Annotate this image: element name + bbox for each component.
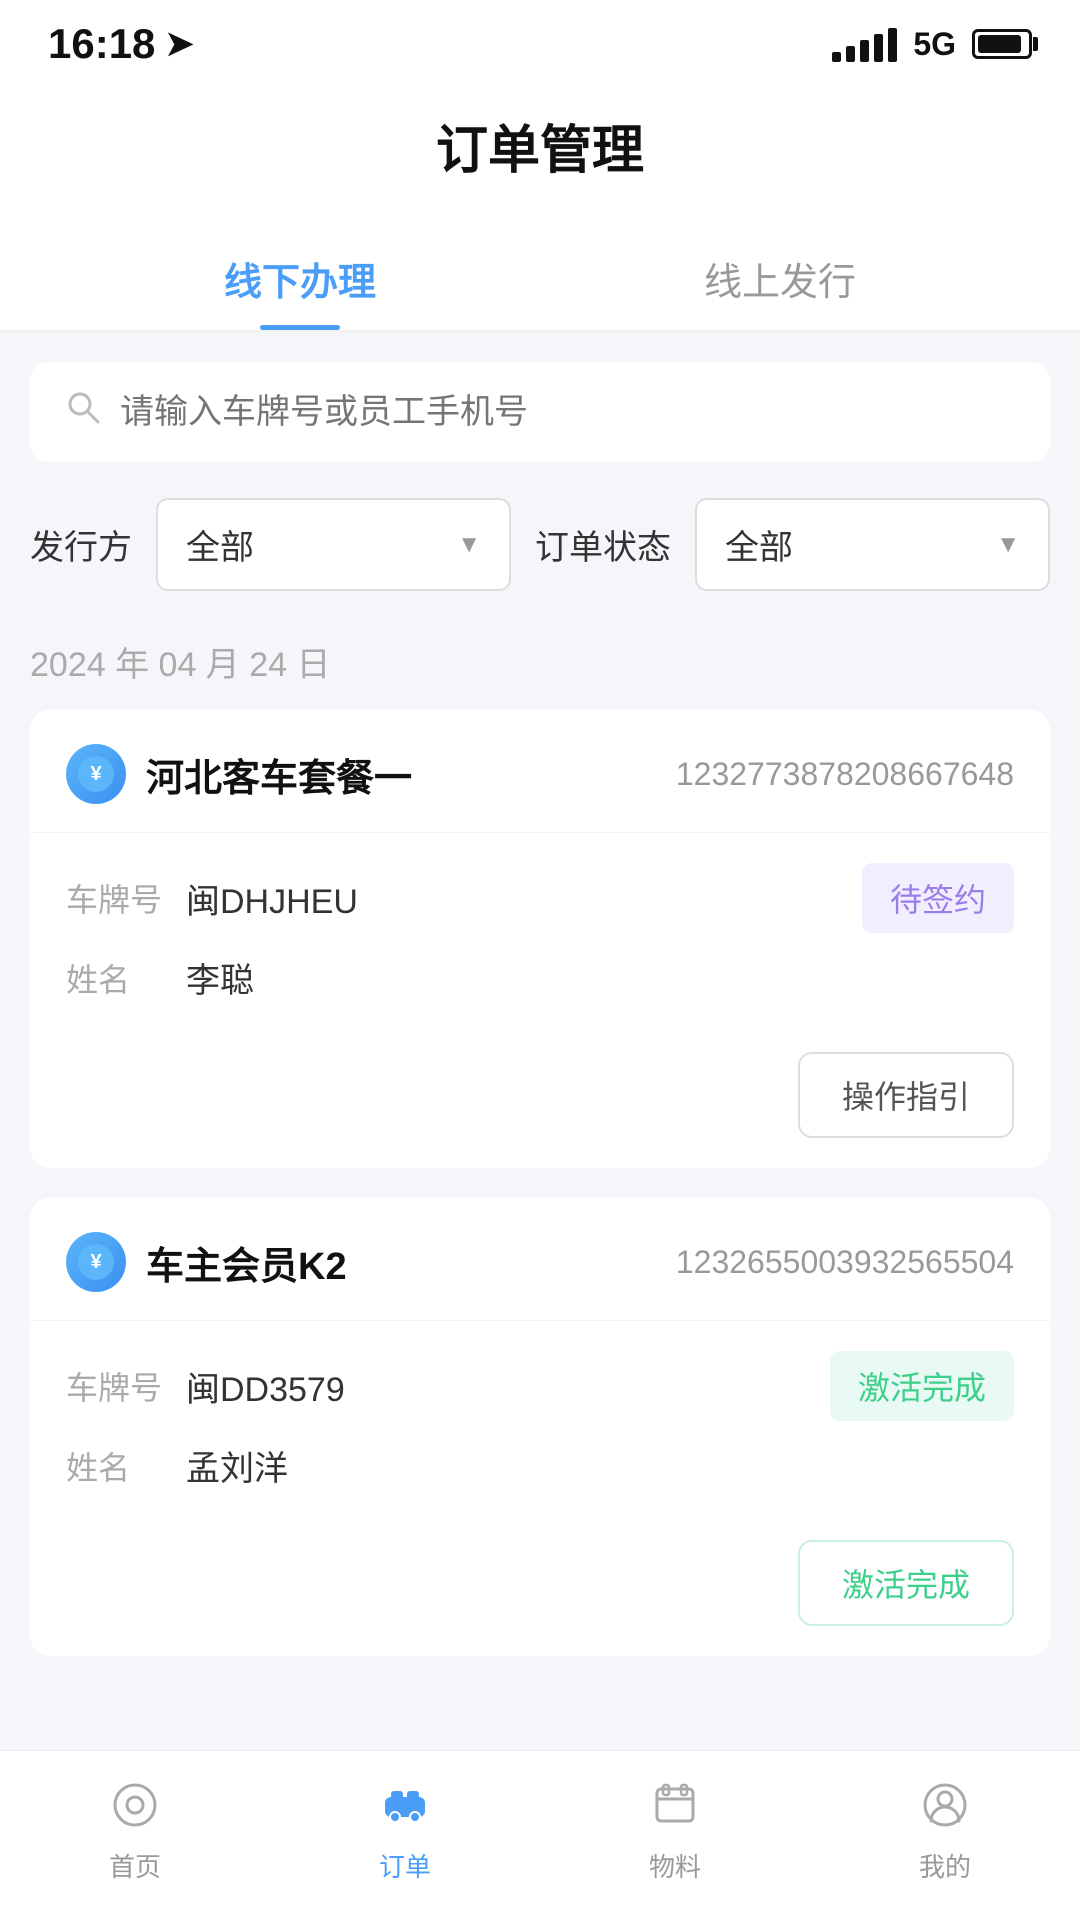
battery-icon [972,29,1032,59]
status-chevron-down-icon: ▼ [996,531,1020,559]
page-header: 订单管理 [0,78,1080,223]
mine-icon [915,1775,975,1835]
order-row-license-1: 车牌号 闽DHJHEU 待签约 [66,863,1014,933]
order-nav-icon [375,1775,435,1835]
nav-label-material: 物料 [649,1847,701,1884]
status-time: 16:18 ➤ [48,20,194,68]
svg-text:¥: ¥ [90,763,102,785]
license-value-1: 闽DHJHEU [186,874,358,923]
order-body-1: 车牌号 闽DHJHEU 待签约 姓名 李聪 [30,833,1050,1052]
location-icon: ➤ [165,24,194,64]
tab-bar: 线下办理 线上发行 [0,223,1080,332]
page-title: 订单管理 [0,108,1080,183]
filter-row: 发行方 全部 ▼ 订单状态 全部 ▼ [30,498,1050,591]
nav-label-order: 订单 [379,1847,431,1884]
name-label-1: 姓名 [66,955,166,1001]
time-display: 16:18 [48,20,155,68]
nav-item-order[interactable]: 订单 [270,1775,540,1884]
order-footer-1: 操作指引 [30,1052,1050,1168]
order-name-2: 车主会员K2 [146,1235,347,1290]
bottom-nav: 首页 订单 物料 [0,1750,1080,1920]
license-label-2: 车牌号 [66,1363,166,1409]
tab-offline[interactable]: 线下办理 [60,223,540,330]
svg-text:¥: ¥ [90,1251,102,1273]
status-filter-label: 订单状态 [535,520,671,569]
license-value-2: 闽DD3579 [186,1362,345,1411]
status-filter-select[interactable]: 全部 ▼ [695,498,1050,591]
status-badge-2: 激活完成 [830,1351,1014,1421]
signal-bars-icon [832,26,897,62]
order-icon-1: ¥ [66,744,126,804]
order-header-left-1: ¥ 河北客车套餐一 [66,744,412,804]
order-body-2: 车牌号 闽DD3579 激活完成 姓名 孟刘洋 [30,1321,1050,1540]
nav-item-mine[interactable]: 我的 [810,1775,1080,1884]
order-row-license-2: 车牌号 闽DD3579 激活完成 [66,1351,1014,1421]
order-card-1: ¥ 河北客车套餐一 1232773878208667648 车牌号 [30,710,1050,1168]
order-header-1: ¥ 河北客车套餐一 1232773878208667648 [30,710,1050,833]
order-header-2: ¥ 车主会员K2 1232655003932565504 [30,1198,1050,1321]
order-number-2: 1232655003932565504 [676,1244,1014,1281]
order-name-1: 河北客车套餐一 [146,747,412,802]
license-label-1: 车牌号 [66,875,166,921]
search-bar [30,362,1050,462]
main-content: 发行方 全部 ▼ 订单状态 全部 ▼ 2024 年 04 月 24 日 ¥ [0,332,1080,1716]
action-button-2[interactable]: 激活完成 [798,1540,1014,1626]
material-icon [645,1775,705,1835]
issuer-filter-select[interactable]: 全部 ▼ [156,498,511,591]
name-value-1: 李聪 [186,953,254,1002]
issuer-chevron-down-icon: ▼ [457,531,481,559]
date-group-label: 2024 年 04 月 24 日 [30,627,1050,710]
nav-label-home: 首页 [109,1847,161,1884]
order-header-left-2: ¥ 车主会员K2 [66,1232,347,1292]
action-button-1[interactable]: 操作指引 [798,1052,1014,1138]
search-input[interactable] [120,393,1016,432]
nav-item-material[interactable]: 物料 [540,1775,810,1884]
search-icon [64,388,102,436]
name-value-2: 孟刘洋 [186,1441,288,1490]
name-label-2: 姓名 [66,1443,166,1489]
order-footer-2: 激活完成 [30,1540,1050,1656]
order-row-name-2: 姓名 孟刘洋 [66,1441,1014,1490]
issuer-filter-label: 发行方 [30,520,132,569]
order-number-1: 1232773878208667648 [676,756,1014,793]
status-badge-1: 待签约 [862,863,1014,933]
nav-item-home[interactable]: 首页 [0,1775,270,1884]
status-bar: 16:18 ➤ 5G [0,0,1080,78]
tab-online[interactable]: 线上发行 [540,223,1020,330]
order-row-name-1: 姓名 李聪 [66,953,1014,1002]
nav-label-mine: 我的 [919,1847,971,1884]
order-icon-2: ¥ [66,1232,126,1292]
network-type: 5G [913,26,956,63]
home-icon [105,1775,165,1835]
order-card-2: ¥ 车主会员K2 1232655003932565504 车牌号 [30,1198,1050,1656]
status-right: 5G [832,26,1032,63]
